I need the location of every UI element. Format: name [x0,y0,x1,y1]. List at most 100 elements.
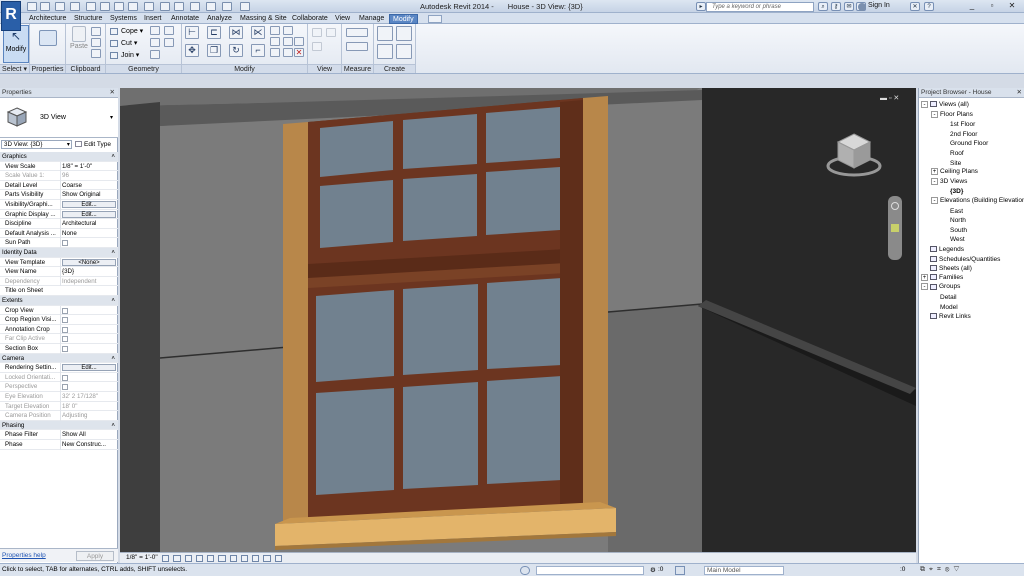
copy-element-icon[interactable]: ❐ [207,44,221,57]
navigation-bar[interactable] [888,196,902,260]
mirror-line-icon[interactable]: ⋉ [251,26,265,39]
property-row[interactable]: Discipline Architectural [0,219,118,229]
browser-tree-item[interactable]: South [941,225,967,235]
tab-analyze[interactable]: Analyze [204,14,235,24]
search-input[interactable]: Type a keyword or phrase [706,2,814,12]
browser-tree-item[interactable]: Schedules/Quantities [921,254,1000,264]
print-icon[interactable] [86,2,96,11]
collapse-icon[interactable]: - [921,101,928,108]
split-face-icon[interactable] [150,26,160,35]
property-checkbox[interactable] [62,326,68,333]
property-checkbox[interactable] [62,240,68,247]
split-gap-icon[interactable] [283,26,293,35]
browser-tree-item[interactable]: Revit Links [921,311,971,321]
help-icon[interactable]: ? [924,2,934,11]
property-row[interactable]: Title on Sheet [0,286,118,296]
move-icon[interactable]: ✥ [185,44,199,57]
tab-collaborate[interactable]: Collaborate [289,14,331,24]
app-logo[interactable]: R [1,1,21,31]
property-value[interactable]: Coarse [60,180,117,191]
tab-structure[interactable]: Structure [71,14,105,24]
hide-element-icon[interactable] [312,28,322,37]
expand-icon[interactable]: + [931,168,938,176]
property-row[interactable]: Far Clip Active [0,334,118,346]
paste-button[interactable]: Paste [68,24,90,50]
section-icon[interactable] [174,2,184,11]
reveal-hidden-icon[interactable] [263,555,271,562]
property-row[interactable]: View Scale 1/8" = 1'-0" [0,161,118,172]
collapse-icon[interactable]: - [921,283,928,291]
subscription-icon[interactable]: ⚷ [831,2,841,11]
property-checkbox[interactable] [62,307,68,314]
close-browser-icon[interactable]: ✕ [1016,88,1022,97]
trim-single-icon[interactable] [270,37,280,46]
dimension-icon[interactable] [346,42,368,51]
property-button-cell[interactable]: Edit... [60,209,117,220]
design-option-select[interactable]: Main Model [704,566,784,575]
tag-icon[interactable] [128,2,138,11]
browser-tree-item[interactable]: North [941,215,966,225]
browser-tree-item[interactable]: + Families [921,273,963,282]
collapse-icon[interactable]: - [931,197,938,204]
edit-type-button[interactable]: Edit Type [75,140,117,149]
property-row[interactable]: Scale Value 1: 96 [0,171,118,181]
tab-massing-site[interactable]: Massing & Site [237,14,290,24]
property-value[interactable]: New Construc... [60,440,117,450]
property-row[interactable]: View Template <None> [0,257,118,268]
view-scale[interactable]: 1/8" = 1'-0" [126,554,158,561]
tab-manage[interactable]: Manage [356,14,387,24]
tab-modify[interactable]: Modify [389,14,418,24]
collapse-icon[interactable]: - [931,177,938,185]
browser-tree-item[interactable]: {3D} [941,186,963,196]
collapse-icon[interactable]: ˄ [111,296,115,306]
property-row[interactable]: View Name {3D} [0,267,118,277]
collapse-icon[interactable]: - [931,110,938,118]
property-value[interactable]: Independent [60,276,117,287]
property-edit-button[interactable]: Edit... [62,364,116,372]
create-parts-icon[interactable] [396,26,412,41]
browser-tree-item[interactable]: East [941,206,963,216]
property-row[interactable]: Default Analysis ... None [0,228,118,239]
property-row[interactable]: Phase New Construc... [0,440,118,450]
workset-field[interactable] [536,566,644,575]
text-icon[interactable] [144,2,154,11]
sign-in-link[interactable]: Sign In [868,2,890,9]
property-row[interactable]: Crop Region Visi... [0,315,118,327]
viewport-window-controls[interactable]: ▬ ▫ ✕ [880,94,904,102]
property-group-extents[interactable]: Extents ˄ [0,296,118,306]
offset-icon[interactable]: ⊏ [207,26,221,39]
collapse-icon[interactable]: ˄ [111,152,115,162]
property-value[interactable]: 1/8" = 1'-0" [60,161,117,172]
browser-tree-item[interactable]: - Elevations (Building Elevation) [931,196,1024,205]
property-checkbox[interactable] [62,317,68,324]
mirror-axis-icon[interactable]: ⋈ [229,26,243,39]
collapse-icon[interactable]: ˄ [111,354,115,364]
browser-tree-item[interactable]: Sheets (all) [921,263,972,273]
property-value[interactable]: Architectural [60,219,117,229]
property-row[interactable]: Section Box [0,344,118,356]
temporary-hide-icon[interactable] [252,555,260,562]
wall-joins-icon[interactable] [150,38,160,47]
property-group-camera[interactable]: Camera ˄ [0,353,118,364]
browser-tree-item[interactable]: 2nd Floor [941,129,977,139]
type-selector[interactable]: 3D View ▾ [0,98,118,138]
property-row[interactable]: Parts Visibility Show Original [0,190,118,200]
override-graphics-icon[interactable] [326,28,336,37]
linework-icon[interactable] [312,42,322,51]
property-value[interactable]: 32' 2 17/128" [60,392,117,402]
remove-paint-icon[interactable] [150,50,160,59]
create-group-icon[interactable] [377,44,393,59]
property-row[interactable]: Locked Orientati... [0,372,118,385]
trim-multiple-icon[interactable] [283,37,293,46]
property-row[interactable]: Camera Position Adjusting [0,411,118,421]
aligned-dimension-icon[interactable] [114,2,124,11]
property-value[interactable]: 96 [60,171,117,181]
browser-tree-item[interactable]: West [941,234,965,244]
property-row[interactable]: Eye Elevation 32' 2 17/128" [0,392,118,402]
property-value[interactable]: 18' 0" [60,401,117,412]
view-cube[interactable] [826,128,882,184]
select-panel-label[interactable]: Select ▾ [0,64,29,73]
property-value[interactable]: None [60,228,117,239]
property-row[interactable]: Rendering Settin... Edit... [0,363,118,373]
browser-tree-item[interactable]: Site [941,158,961,168]
